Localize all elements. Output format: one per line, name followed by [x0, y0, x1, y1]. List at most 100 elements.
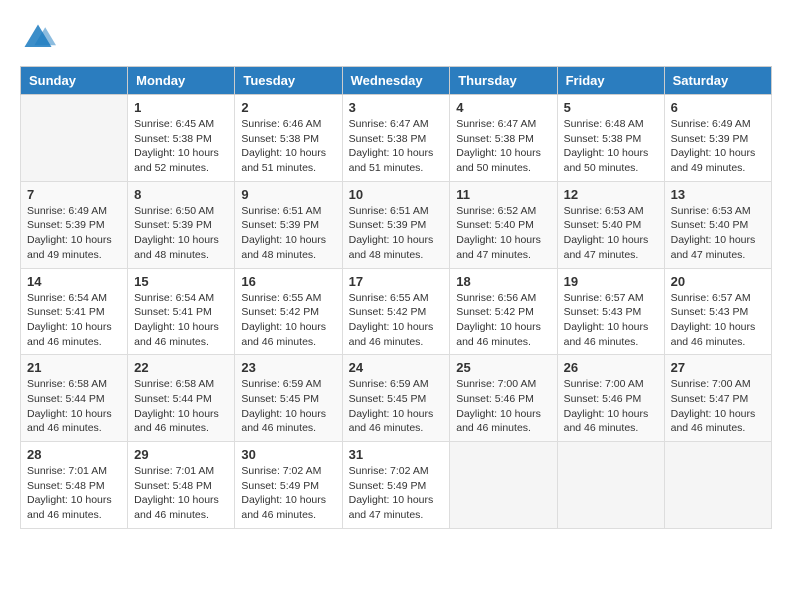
calendar-cell: 2Sunrise: 6:46 AMSunset: 5:38 PMDaylight…: [235, 95, 342, 182]
calendar-cell: 14 Sunrise: 6:54 AMSunset: 5:41 PMDayligh…: [21, 268, 128, 355]
day-info: Sunrise: 7:00 AMSunset: 5:46 PMDaylight:…: [564, 377, 658, 436]
day-number: 5: [564, 100, 658, 115]
calendar-cell: 20Sunrise: 6:57 AMSunset: 5:43 PMDayligh…: [664, 268, 771, 355]
day-number: 15: [134, 274, 228, 289]
calendar-table: SundayMondayTuesdayWednesdayThursdayFrid…: [20, 66, 772, 529]
calendar-cell: 15 Sunrise: 6:54 AMSunset: 5:41 PMDayligh…: [128, 268, 235, 355]
calendar-cell: 27Sunrise: 7:00 AMSunset: 5:47 PMDayligh…: [664, 355, 771, 442]
day-number: 7: [27, 187, 121, 202]
calendar-week-4: 21Sunrise: 6:58 AMSunset: 5:44 PMDayligh…: [21, 355, 772, 442]
calendar-cell: 24Sunrise: 6:59 AMSunset: 5:45 PMDayligh…: [342, 355, 450, 442]
calendar-cell: 26 Sunrise: 7:00 AMSunset: 5:46 PMDayligh…: [557, 355, 664, 442]
day-info: Sunrise: 6:45 AMSunset: 5:38 PMDaylight:…: [134, 117, 228, 176]
day-number: 20: [671, 274, 765, 289]
day-number: 30: [241, 447, 335, 462]
day-header-friday: Friday: [557, 67, 664, 95]
day-number: 19: [564, 274, 658, 289]
day-info: Sunrise: 6:53 AMSunset: 5:40 PMDaylight:…: [564, 204, 658, 263]
calendar-week-3: 14 Sunrise: 6:54 AMSunset: 5:41 PMDayligh…: [21, 268, 772, 355]
day-number: 4: [456, 100, 550, 115]
day-info: Sunrise: 6:54 AMSunset: 5:41 PMDaylight:…: [134, 291, 228, 350]
day-header-thursday: Thursday: [450, 67, 557, 95]
day-number: 6: [671, 100, 765, 115]
day-header-saturday: Saturday: [664, 67, 771, 95]
calendar-cell: 19 Sunrise: 6:57 AMSunset: 5:43 PMDayligh…: [557, 268, 664, 355]
day-info: Sunrise: 6:47 AMSunset: 5:38 PMDaylight:…: [456, 117, 550, 176]
calendar-cell: [664, 442, 771, 529]
day-number: 10: [349, 187, 444, 202]
calendar-cell: 17Sunrise: 6:55 AMSunset: 5:42 PMDayligh…: [342, 268, 450, 355]
calendar-cell: 28Sunrise: 7:01 AMSunset: 5:48 PMDayligh…: [21, 442, 128, 529]
calendar-cell: 6 Sunrise: 6:49 AMSunset: 5:39 PMDaylight…: [664, 95, 771, 182]
calendar-week-5: 28 Sunrise: 7:01 AMSunset: 5:48 PMDayligh…: [21, 442, 772, 529]
logo-icon: [20, 20, 56, 56]
calendar-cell: 5 Sunrise: 6:48 AMSunset: 5:38 PMDaylight…: [557, 95, 664, 182]
day-info: Sunrise: 6:57 AMSunset: 5:43 PMDaylight:…: [564, 291, 658, 350]
day-info: Sunrise: 6:50 AMSunset: 5:39 PMDaylight:…: [134, 204, 228, 263]
day-number: 22: [134, 360, 228, 375]
day-number: 25: [456, 360, 550, 375]
calendar-cell: 23Sunrise: 6:59 AMSunset: 5:45 PMDayligh…: [235, 355, 342, 442]
day-info: Sunrise: 6:46 AMSunset: 5:38 PMDaylight:…: [241, 117, 335, 176]
day-number: 9: [241, 187, 335, 202]
calendar-cell: 8 Sunrise: 6:50 AMSunset: 5:39 PMDaylight…: [128, 181, 235, 268]
day-info: Sunrise: 7:02 AMSunset: 5:49 PMDaylight:…: [241, 464, 335, 523]
day-number: 8: [134, 187, 228, 202]
day-number: 3: [349, 100, 444, 115]
day-number: 29: [134, 447, 228, 462]
calendar-week-1: 1 Sunrise: 6:45 AMSunset: 5:38 PMDaylight…: [21, 95, 772, 182]
day-info: Sunrise: 6:54 AMSunset: 5:41 PMDaylight:…: [27, 291, 121, 350]
day-info: Sunrise: 6:58 AMSunset: 5:44 PMDaylight:…: [27, 377, 121, 436]
day-info: Sunrise: 6:58 AMSunset: 5:44 PMDaylight:…: [134, 377, 228, 436]
day-number: 16: [241, 274, 335, 289]
calendar-cell: 3 Sunrise: 6:47 AMSunset: 5:38 PMDaylight…: [342, 95, 450, 182]
day-info: Sunrise: 6:53 AMSunset: 5:40 PMDaylight:…: [671, 204, 765, 263]
calendar-cell: 1 Sunrise: 6:45 AMSunset: 5:38 PMDaylight…: [128, 95, 235, 182]
day-info: Sunrise: 6:48 AMSunset: 5:38 PMDaylight:…: [564, 117, 658, 176]
calendar-cell: 13 Sunrise: 6:53 AMSunset: 5:40 PMDayligh…: [664, 181, 771, 268]
day-number: 18: [456, 274, 550, 289]
day-info: Sunrise: 7:01 AMSunset: 5:48 PMDaylight:…: [134, 464, 228, 523]
day-number: 11: [456, 187, 550, 202]
day-header-tuesday: Tuesday: [235, 67, 342, 95]
calendar-cell: 31Sunrise: 7:02 AMSunset: 5:49 PMDayligh…: [342, 442, 450, 529]
day-info: Sunrise: 7:00 AMSunset: 5:47 PMDaylight:…: [671, 377, 765, 436]
page-header: [20, 20, 772, 56]
day-info: Sunrise: 6:55 AMSunset: 5:42 PMDaylight:…: [241, 291, 335, 350]
calendar-cell: 10Sunrise: 6:51 AMSunset: 5:39 PMDayligh…: [342, 181, 450, 268]
calendar-cell: 25 Sunrise: 7:00 AMSunset: 5:46 PMDayligh…: [450, 355, 557, 442]
calendar-cell: 22 Sunrise: 6:58 AMSunset: 5:44 PMDayligh…: [128, 355, 235, 442]
day-header-sunday: Sunday: [21, 67, 128, 95]
day-info: Sunrise: 6:47 AMSunset: 5:38 PMDaylight:…: [349, 117, 444, 176]
day-number: 26: [564, 360, 658, 375]
day-number: 13: [671, 187, 765, 202]
calendar-cell: [450, 442, 557, 529]
day-number: 14: [27, 274, 121, 289]
day-info: Sunrise: 7:00 AMSunset: 5:46 PMDaylight:…: [456, 377, 550, 436]
calendar-cell: 9 Sunrise: 6:51 AMSunset: 5:39 PMDaylight…: [235, 181, 342, 268]
calendar-cell: 12 Sunrise: 6:53 AMSunset: 5:40 PMDayligh…: [557, 181, 664, 268]
day-info: Sunrise: 6:49 AMSunset: 5:39 PMDaylight:…: [671, 117, 765, 176]
calendar-cell: 16 Sunrise: 6:55 AMSunset: 5:42 PMDayligh…: [235, 268, 342, 355]
calendar-body: 1 Sunrise: 6:45 AMSunset: 5:38 PMDaylight…: [21, 95, 772, 529]
day-number: 1: [134, 100, 228, 115]
day-number: 17: [349, 274, 444, 289]
logo: [20, 20, 60, 56]
calendar-week-2: 7 Sunrise: 6:49 AMSunset: 5:39 PMDaylight…: [21, 181, 772, 268]
day-number: 31: [349, 447, 444, 462]
calendar-header-row: SundayMondayTuesdayWednesdayThursdayFrid…: [21, 67, 772, 95]
day-info: Sunrise: 6:49 AMSunset: 5:39 PMDaylight:…: [27, 204, 121, 263]
calendar-cell: [557, 442, 664, 529]
day-info: Sunrise: 6:56 AMSunset: 5:42 PMDaylight:…: [456, 291, 550, 350]
day-number: 23: [241, 360, 335, 375]
day-info: Sunrise: 6:59 AMSunset: 5:45 PMDaylight:…: [349, 377, 444, 436]
calendar-cell: 29 Sunrise: 7:01 AMSunset: 5:48 PMDayligh…: [128, 442, 235, 529]
day-info: Sunrise: 6:51 AMSunset: 5:39 PMDaylight:…: [241, 204, 335, 263]
calendar-cell: 4 Sunrise: 6:47 AMSunset: 5:38 PMDaylight…: [450, 95, 557, 182]
day-number: 12: [564, 187, 658, 202]
day-header-monday: Monday: [128, 67, 235, 95]
day-number: 28: [27, 447, 121, 462]
day-header-wednesday: Wednesday: [342, 67, 450, 95]
calendar-cell: 21Sunrise: 6:58 AMSunset: 5:44 PMDayligh…: [21, 355, 128, 442]
day-info: Sunrise: 6:52 AMSunset: 5:40 PMDaylight:…: [456, 204, 550, 263]
